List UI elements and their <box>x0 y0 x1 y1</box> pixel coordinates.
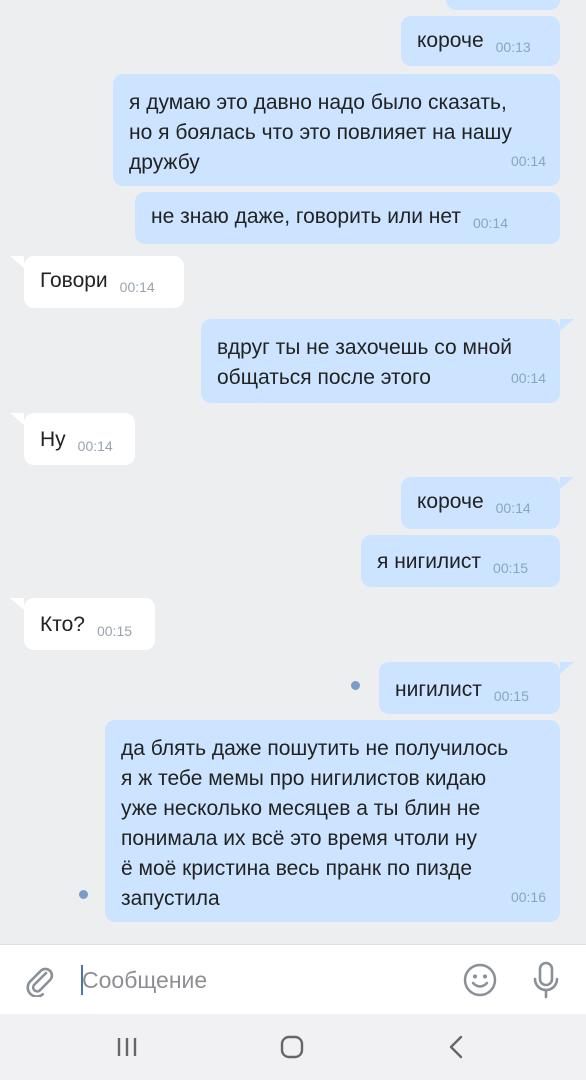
message-bubble-incoming[interactable]: Кто? 00:15 <box>24 598 155 650</box>
message-text: Говори <box>40 269 108 292</box>
message-bubble-outgoing[interactable]: не знаю даже, говорить или нет 00:14 <box>135 192 560 244</box>
message-input[interactable] <box>82 963 442 997</box>
bubble-tail <box>10 256 24 268</box>
message-text: да блять даже пошутить не получилось я ж… <box>121 737 509 910</box>
message-text: вдруг ты не захочешь со мной общаться по… <box>217 336 512 389</box>
message-time: 00:14 <box>510 153 546 169</box>
bubble-tail <box>560 662 574 674</box>
back-icon[interactable] <box>442 1032 472 1062</box>
message-time: 00:14 <box>119 279 155 295</box>
message-time: 00:13 <box>495 39 531 55</box>
unread-indicator <box>79 890 88 899</box>
message-history[interactable]: короче 00:13 я думаю это давно надо было … <box>0 0 586 944</box>
paperclip-icon[interactable] <box>22 963 56 998</box>
message-text: нигилист <box>395 678 482 701</box>
message-time: 00:14 <box>495 500 531 516</box>
recent-apps-icon[interactable] <box>112 1032 142 1062</box>
bubble-tail <box>560 477 574 489</box>
bubble-tail <box>10 598 24 610</box>
microphone-icon[interactable] <box>532 960 560 1000</box>
smiley-icon[interactable] <box>462 962 498 998</box>
message-text: короче <box>417 29 484 52</box>
message-bubble-outgoing[interactable]: я нигилист 00:15 <box>361 535 560 587</box>
message-composer <box>0 944 586 1015</box>
unread-indicator <box>351 681 360 690</box>
message-text: я думаю это давно надо было сказать, но … <box>129 91 512 174</box>
bubble-tail <box>560 319 574 331</box>
message-time: 00:15 <box>96 623 133 639</box>
home-icon[interactable] <box>277 1032 307 1062</box>
bubble-tail <box>10 413 24 425</box>
message-time: 00:14 <box>77 438 113 454</box>
message-text: Кто? <box>40 613 85 636</box>
message-bubble-incoming[interactable]: Говори 00:14 <box>24 256 184 308</box>
message-bubble-outgoing[interactable]: я думаю это давно надо было сказать, но … <box>113 74 560 186</box>
message-bubble-incoming[interactable]: Ну 00:14 <box>24 413 135 465</box>
message-bubble-outgoing[interactable]: короче 00:13 <box>401 16 560 66</box>
message-bubble-partial[interactable] <box>446 0 560 10</box>
message-text: я нигилист <box>377 550 482 573</box>
message-time: 00:16 <box>510 889 546 905</box>
message-bubble-outgoing[interactable]: короче 00:14 <box>401 477 560 529</box>
message-bubble-outgoing[interactable]: нигилист 00:15 <box>379 662 560 714</box>
message-bubble-outgoing[interactable]: вдруг ты не захочешь со мной общаться по… <box>201 319 560 403</box>
message-text: короче <box>417 490 484 513</box>
message-text: Ну <box>40 428 66 451</box>
message-text: не знаю даже, говорить или нет <box>151 205 461 228</box>
message-time: 00:15 <box>493 560 529 576</box>
message-time: 00:15 <box>493 688 529 704</box>
message-time: 00:14 <box>472 215 509 231</box>
message-bubble-outgoing[interactable]: да блять даже пошутить не получилось я ж… <box>105 720 560 922</box>
system-navigation-bar <box>0 1014 586 1080</box>
message-time: 00:14 <box>510 370 546 386</box>
